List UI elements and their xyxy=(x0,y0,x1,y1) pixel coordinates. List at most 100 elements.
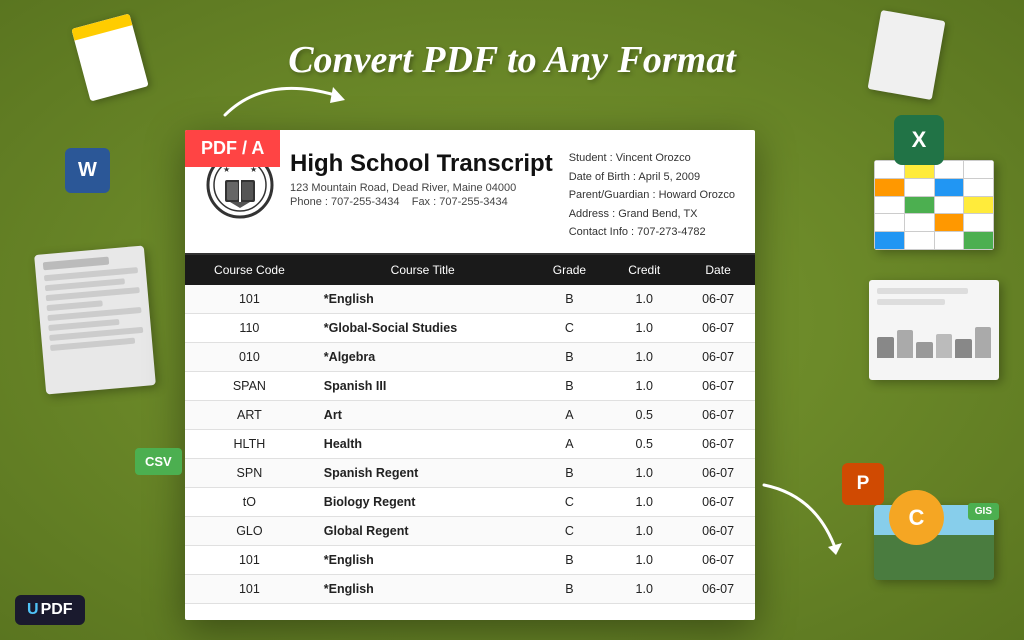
table-row: 110 *Global-Social Studies C 1.0 06-07 xyxy=(185,313,755,342)
word-icon: W xyxy=(65,148,110,193)
cell-date: 06-07 xyxy=(681,313,755,342)
cell-title: Spanish Regent xyxy=(314,458,532,487)
cell-title: Global Regent xyxy=(314,516,532,545)
cell-date: 06-07 xyxy=(681,342,755,371)
grid-cell xyxy=(905,214,934,231)
table-row: ART Art A 0.5 06-07 xyxy=(185,400,755,429)
cell-credit: 1.0 xyxy=(607,285,681,314)
cell-code: 010 xyxy=(185,342,314,371)
cell-date: 06-07 xyxy=(681,458,755,487)
updf-u-letter: U xyxy=(27,601,39,619)
col-header-date: Date xyxy=(681,255,755,285)
pdf-document: ★ ★ ★ High School Transcript 123 Mountai… xyxy=(185,130,755,620)
grid-cell xyxy=(935,197,964,214)
table-row: GLO Global Regent C 1.0 06-07 xyxy=(185,516,755,545)
decorative-doc-left xyxy=(34,245,156,394)
table-body: 101 *English B 1.0 06-07 110 *Global-Soc… xyxy=(185,285,755,604)
grid-cell xyxy=(935,232,964,249)
cell-grade: C xyxy=(532,313,608,342)
cell-date: 06-07 xyxy=(681,371,755,400)
cell-code: SPAN xyxy=(185,371,314,400)
doc-line xyxy=(877,288,968,294)
cell-grade: B xyxy=(532,285,608,314)
arrow-decoration-left xyxy=(215,65,355,130)
green-tag: GIS xyxy=(968,503,999,520)
cell-title: *Global-Social Studies xyxy=(314,313,532,342)
mini-bar-chart xyxy=(869,318,999,358)
pdf-badge: PDF / A xyxy=(185,130,280,167)
table-row: 010 *Algebra B 1.0 06-07 xyxy=(185,342,755,371)
doc-line xyxy=(877,299,945,305)
decorative-doc-right xyxy=(869,280,999,380)
student-info: Student : Vincent Orozco Date of Birth :… xyxy=(569,150,735,243)
bar xyxy=(897,330,914,358)
cell-date: 06-07 xyxy=(681,516,755,545)
col-header-credit: Credit xyxy=(607,255,681,285)
cell-title: *Algebra xyxy=(314,342,532,371)
school-address: 123 Mountain Road, Dead River, Maine 040… xyxy=(290,182,569,194)
cell-title: Art xyxy=(314,400,532,429)
cell-grade: A xyxy=(532,400,608,429)
cell-code: 101 xyxy=(185,574,314,603)
spreadsheet-grid xyxy=(874,160,994,250)
cell-credit: 1.0 xyxy=(607,516,681,545)
cell-credit: 1.0 xyxy=(607,371,681,400)
grid-cell xyxy=(875,197,904,214)
table-row: tO Biology Regent C 1.0 06-07 xyxy=(185,487,755,516)
cell-credit: 1.0 xyxy=(607,458,681,487)
cell-grade: C xyxy=(532,487,608,516)
page-title: Convert PDF to Any Format xyxy=(288,38,736,82)
student-name: Student : Vincent Orozco xyxy=(569,150,735,168)
cell-title: Biology Regent xyxy=(314,487,532,516)
cell-code: 110 xyxy=(185,313,314,342)
col-header-title: Course Title xyxy=(314,255,532,285)
cell-credit: 1.0 xyxy=(607,342,681,371)
bar xyxy=(975,327,992,359)
cell-credit: 1.0 xyxy=(607,313,681,342)
cell-title: *English xyxy=(314,574,532,603)
excel-icon: X xyxy=(894,115,944,165)
cell-code: GLO xyxy=(185,516,314,545)
cell-credit: 0.5 xyxy=(607,400,681,429)
decorative-paper-topright xyxy=(868,10,946,100)
transcript-table: Course Code Course Title Grade Credit Da… xyxy=(185,255,755,604)
cell-code: tO xyxy=(185,487,314,516)
cell-date: 06-07 xyxy=(681,545,755,574)
grid-cell xyxy=(935,214,964,231)
school-info: High School Transcript 123 Mountain Road… xyxy=(290,150,569,210)
cell-title: *English xyxy=(314,285,532,314)
cell-credit: 0.5 xyxy=(607,429,681,458)
grid-cell xyxy=(875,214,904,231)
bar xyxy=(877,337,894,358)
cell-grade: B xyxy=(532,342,608,371)
cell-grade: C xyxy=(532,516,608,545)
grid-cell xyxy=(964,179,993,196)
grid-cell xyxy=(964,161,993,178)
cell-code: ART xyxy=(185,400,314,429)
cell-title: *English xyxy=(314,545,532,574)
col-header-code: Course Code xyxy=(185,255,314,285)
cell-code: SPN xyxy=(185,458,314,487)
student-dob: Date of Birth : April 5, 2009 xyxy=(569,169,735,187)
bar xyxy=(955,339,972,358)
table-header: Course Code Course Title Grade Credit Da… xyxy=(185,255,755,285)
student-contact: Contact Info : 707-273-4782 xyxy=(569,224,735,242)
cell-title: Health xyxy=(314,429,532,458)
student-address: Address : Grand Bend, TX xyxy=(569,206,735,224)
powerpoint-icon: P xyxy=(842,463,884,505)
cell-grade: B xyxy=(532,458,608,487)
updf-badge: U PDF xyxy=(15,595,85,625)
grid-cell xyxy=(905,232,934,249)
csv-badge: CSV xyxy=(135,448,182,475)
grid-cell xyxy=(964,214,993,231)
cell-credit: 1.0 xyxy=(607,545,681,574)
cell-date: 06-07 xyxy=(681,285,755,314)
doc-lines xyxy=(869,280,999,318)
grid-cell xyxy=(905,179,934,196)
col-header-grade: Grade xyxy=(532,255,608,285)
cell-date: 06-07 xyxy=(681,429,755,458)
grid-cell xyxy=(875,232,904,249)
table-row: SPAN Spanish III B 1.0 06-07 xyxy=(185,371,755,400)
grid-cell xyxy=(875,179,904,196)
grid-cell xyxy=(905,197,934,214)
